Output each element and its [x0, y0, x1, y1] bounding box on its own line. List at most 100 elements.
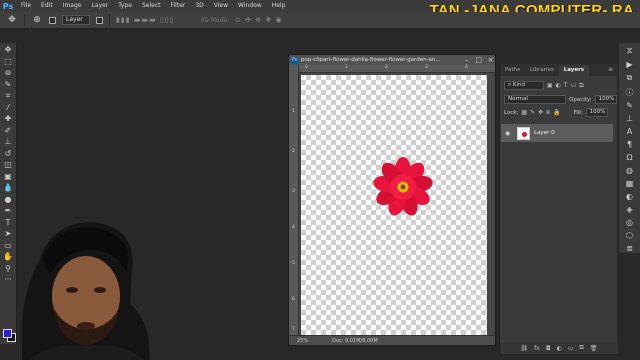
channels-icon[interactable]: ◎	[623, 218, 637, 227]
lock-image-icon[interactable]: ✎	[530, 109, 535, 116]
kind-filter-dropdown[interactable]: ⌕ Kind	[504, 81, 544, 90]
menu-layer[interactable]: Layer	[86, 0, 113, 12]
menu-window[interactable]: Window	[233, 0, 267, 12]
zoom-icon[interactable]: ⚲	[2, 264, 15, 274]
actions-icon[interactable]: ▶	[623, 60, 637, 69]
dahlia-flower-image[interactable]	[373, 155, 433, 219]
show-transform-checkbox[interactable]	[96, 16, 103, 24]
auto-select-checkbox[interactable]	[49, 16, 56, 24]
filter-pixel-icon[interactable]: ▣	[547, 82, 553, 89]
menu-image[interactable]: Image	[58, 0, 87, 12]
lock-artboard-icon[interactable]: ⧈	[546, 109, 550, 117]
ruler-tick: 1	[292, 109, 295, 114]
maximize-icon[interactable]: □	[474, 56, 483, 64]
more-tools-icon[interactable]: ···	[2, 275, 15, 285]
color-icon[interactable]: ◍	[623, 166, 637, 175]
3d-mode-icons[interactable]: ⊙ ✣ ⊕ ✥ ◉	[235, 16, 282, 24]
menu-3d[interactable]: 3D	[190, 0, 208, 12]
pen-icon[interactable]: ✒	[2, 206, 15, 216]
filter-type-icon[interactable]: T	[564, 82, 568, 89]
3d-icon[interactable]: ⬡	[623, 231, 637, 240]
ruler-tick: 6	[292, 297, 295, 302]
link-layers-icon[interactable]: ⛓	[521, 345, 529, 352]
swatches-icon[interactable]: ▦	[623, 179, 637, 188]
canvas-area[interactable]	[299, 73, 495, 336]
move-tool-icon[interactable]: ✥	[6, 14, 18, 26]
menu-type[interactable]: Type	[113, 0, 137, 12]
path-selection-icon[interactable]: ➤	[2, 229, 15, 239]
layer-comps-icon[interactable]: ≣	[623, 244, 637, 253]
lock-all-icon[interactable]: 🔒	[553, 109, 560, 116]
clone-source-icon[interactable]: ⊥	[623, 114, 637, 123]
shape-icon[interactable]: ▭	[2, 241, 15, 251]
tool-preset-icon[interactable]: ⊕	[31, 14, 43, 26]
lock-row: Lock: ▦ ✎ ✥ ⧈ 🔒 Fill: 100%	[504, 108, 608, 117]
move-icon[interactable]: ✥	[2, 45, 15, 55]
document-titlebar[interactable]: Ps pop-clipart-flower-dahlia-flower-flow…	[289, 55, 495, 65]
menu-edit[interactable]: Edit	[36, 0, 58, 12]
transparent-canvas[interactable]	[301, 75, 487, 336]
menu-view[interactable]: View	[209, 0, 233, 12]
tab-paths[interactable]: Paths	[500, 65, 525, 76]
styles-icon[interactable]: ◈	[623, 205, 637, 214]
marquee-icon[interactable]: ⬚	[2, 57, 15, 67]
horizontal-ruler: 0 1 2 3 4	[299, 65, 495, 73]
info-icon[interactable]: ⓘ	[623, 87, 637, 97]
eraser-icon[interactable]: ◫	[2, 160, 15, 170]
lock-transparent-icon[interactable]: ▦	[521, 109, 527, 116]
menu-file[interactable]: File	[16, 0, 36, 12]
properties-icon[interactable]: ⧉	[623, 73, 637, 83]
filter-smart-icon[interactable]: ⧉	[579, 82, 583, 90]
layer-row[interactable]: ◉ Layer 0	[501, 124, 613, 142]
history-brush-icon[interactable]: ↺	[2, 149, 15, 159]
layer-style-icon[interactable]: fx	[534, 345, 540, 352]
layer-mask-icon[interactable]: ◘	[546, 345, 551, 352]
foreground-color-swatch[interactable]	[3, 329, 12, 338]
dodge-icon[interactable]: ●	[2, 195, 15, 205]
eyedropper-icon[interactable]: ⁄	[2, 103, 15, 113]
tools-panel: ✥ ⬚ ɷ ✎ ⌗ ⁄ ✚ ✐ ⊥ ↺ ◫ ▣ 💧 ● ✒ T ➤ ▭ ✋ ⚲ …	[0, 43, 17, 344]
brush-settings-icon[interactable]: ✎	[623, 101, 637, 110]
paragraph-icon[interactable]: ¶	[623, 140, 637, 149]
new-group-icon[interactable]: ▭	[568, 345, 574, 352]
clone-stamp-icon[interactable]: ⊥	[2, 137, 15, 147]
ruler-tick: 4	[465, 65, 468, 70]
visibility-eye-icon[interactable]: ◉	[505, 130, 513, 137]
filter-shape-icon[interactable]: ▭	[571, 82, 577, 89]
type-icon[interactable]: T	[2, 218, 15, 228]
new-layer-icon[interactable]: ⧉	[580, 344, 584, 352]
blur-icon[interactable]: 💧	[2, 183, 15, 193]
menu-help[interactable]: Help	[267, 0, 291, 12]
layers-panel-footer: ⛓ fx ◘ ◐ ▭ ⧉ 🗑	[500, 342, 618, 354]
close-icon[interactable]: ×	[486, 56, 495, 64]
minimize-icon[interactable]: –	[462, 56, 471, 64]
tab-libraries[interactable]: Libraries	[525, 65, 559, 76]
history-icon[interactable]: ⧖	[623, 46, 637, 56]
lock-position-icon[interactable]: ✥	[538, 109, 543, 116]
panel-menu-icon[interactable]: ≡	[608, 66, 613, 73]
gradient-icon[interactable]: ▣	[2, 172, 15, 182]
adjustments-icon[interactable]: ◐	[623, 192, 637, 201]
hand-icon[interactable]: ✋	[2, 252, 15, 262]
layer-name[interactable]: Layer 0	[534, 130, 555, 136]
delete-layer-icon[interactable]: 🗑	[590, 345, 598, 352]
glyphs-icon[interactable]: Ω	[623, 153, 637, 162]
crop-icon[interactable]: ⌗	[2, 91, 15, 101]
zoom-level[interactable]: 25%	[297, 338, 308, 344]
filter-adjustment-icon[interactable]: ◐	[556, 82, 561, 89]
align-icons[interactable]: ▮▮▮ ▬▬▬ ▯▯▯	[116, 16, 174, 24]
blend-mode-dropdown[interactable]: Normal	[504, 95, 566, 104]
tab-layers[interactable]: Layers	[558, 65, 590, 76]
menu-filter[interactable]: Filter	[166, 0, 191, 12]
lasso-icon[interactable]: ɷ	[2, 68, 15, 78]
character-icon[interactable]: A	[623, 127, 637, 136]
adjustment-layer-icon[interactable]: ◐	[557, 345, 562, 352]
healing-brush-icon[interactable]: ✚	[2, 114, 15, 124]
auto-select-dropdown[interactable]: Layer	[62, 15, 90, 25]
quick-select-icon[interactable]: ✎	[2, 80, 15, 90]
options-bar: ✥ ⊕ Layer ▮▮▮ ▬▬▬ ▯▯▯ 3D Mode: ⊙ ✣ ⊕ ✥ ◉	[0, 12, 640, 29]
brush-icon[interactable]: ✐	[2, 126, 15, 136]
fill-field[interactable]: 100%	[585, 108, 608, 117]
menu-select[interactable]: Select	[137, 0, 166, 12]
opacity-field[interactable]: 100%	[594, 95, 617, 104]
